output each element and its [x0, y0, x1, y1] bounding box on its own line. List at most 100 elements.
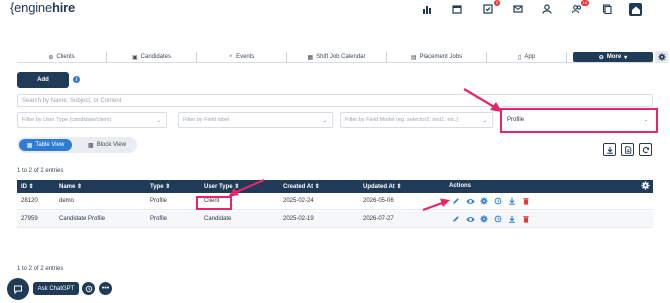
cell-type: Profile	[150, 216, 168, 222]
download-icon	[606, 146, 613, 154]
nav-clients[interactable]: ⊛ Clients	[17, 51, 107, 63]
refresh-button[interactable]	[639, 143, 652, 156]
cell-id: 27959	[21, 216, 38, 222]
history-icon[interactable]	[493, 214, 503, 224]
delete-icon[interactable]	[521, 214, 531, 224]
more-icon: ⊖	[598, 54, 604, 61]
file-icon	[624, 145, 631, 154]
calendar-icon[interactable]	[451, 3, 463, 15]
events-icon: ♆	[228, 54, 234, 60]
info-icon[interactable]: i	[73, 76, 80, 83]
caret-down-icon: ▾	[624, 54, 628, 61]
search-input[interactable]: Search by Name, Subject, or Content	[17, 94, 653, 107]
delete-icon[interactable]	[521, 196, 531, 206]
mobile-icon: ▯	[518, 54, 522, 61]
settings-button[interactable]	[655, 51, 668, 63]
annotation-box-filter	[500, 108, 658, 133]
home-icon[interactable]	[629, 3, 642, 16]
nav-clients-label: Clients	[56, 54, 75, 60]
chevron-down-icon: ⌄	[156, 118, 161, 124]
view-icon[interactable]	[465, 196, 475, 206]
table-row: 27959 Candidate Profile Profile Candidat…	[17, 211, 653, 228]
chat-launcher-button[interactable]	[7, 278, 29, 300]
filter-field-label-placeholder: Filter by Field label	[183, 117, 230, 123]
nav-shift-calendar[interactable]: ▦ Shift Job Calendar	[287, 51, 387, 63]
filter-field-label[interactable]: Filter by Field label ⌄	[178, 112, 333, 128]
filter-user-type[interactable]: Filter by User Type (candidate/client) ⌄	[17, 112, 167, 128]
row-actions	[451, 196, 531, 206]
ellipsis-icon: •••	[101, 285, 110, 292]
cell-updated: 2026-07-27	[363, 216, 394, 222]
col-created-at[interactable]: Created At ⇕	[283, 183, 320, 190]
block-view-label: Block View	[96, 142, 126, 148]
clients-icon: ⊛	[48, 54, 54, 61]
nav-app-label: App	[524, 54, 535, 60]
module-nav: ⊛ Clients ▣ Candidates ♆ Events ▦ Shift …	[17, 51, 668, 63]
entries-count-top: 1 to 2 of 2 entries	[17, 168, 64, 174]
table-view-button[interactable]: ▦ Table View	[19, 139, 72, 151]
col-updated-at[interactable]: Updated At ⇕	[363, 183, 401, 190]
cell-name: demo	[59, 198, 75, 204]
nav-placement-jobs[interactable]: ▤ Placement Jobs	[387, 51, 487, 63]
chevron-down-icon: ⌄	[482, 118, 487, 124]
nav-events-label: Events	[236, 54, 255, 60]
col-id[interactable]: ID ⇕	[21, 183, 34, 190]
tasks-icon[interactable]: 5	[482, 0, 500, 15]
col-type[interactable]: Type ⇕	[150, 183, 170, 190]
settings-icon[interactable]	[479, 196, 489, 206]
edit-icon[interactable]	[451, 214, 461, 224]
history-icon[interactable]	[493, 196, 503, 206]
ask-chatgpt-button[interactable]: Ask ChatGPT	[33, 282, 79, 295]
annotation-arrow-edit	[422, 198, 450, 212]
settings-icon[interactable]	[479, 214, 489, 224]
cell-user-type: Candidate	[204, 216, 232, 222]
col-updated-label: Updated At	[363, 184, 395, 190]
tasks-badge: 5	[493, 0, 500, 6]
annotation-arrow-user-type	[228, 178, 265, 197]
chevron-down-icon: ⌄	[322, 118, 327, 124]
nav-candidates-label: Candidates	[140, 54, 172, 60]
col-created-label: Created At	[283, 184, 314, 190]
more-label: More	[606, 54, 622, 60]
entries-count-bottom: 1 to 2 of 2 entries	[17, 266, 64, 272]
gear-icon	[657, 53, 666, 61]
col-type-label: Type	[150, 184, 164, 190]
top-icon-bar: 5 16	[0, 0, 670, 17]
cell-type: Profile	[150, 198, 168, 204]
block-view-button[interactable]: ▩ Block View	[79, 139, 135, 151]
col-id-label: ID	[21, 184, 27, 190]
row-actions	[451, 214, 531, 224]
add-button[interactable]: Add	[17, 72, 69, 88]
nav-events[interactable]: ♆ Events	[197, 51, 287, 63]
chat-history-button[interactable]	[82, 282, 95, 295]
table-view-label: Table View	[35, 142, 65, 148]
history-icon	[85, 285, 92, 292]
nav-app[interactable]: ▯ App	[487, 51, 567, 63]
cell-id: 28120	[21, 198, 38, 204]
briefcase-icon: ▤	[410, 54, 417, 61]
shift-calendar-icon: ▦	[307, 54, 314, 61]
more-options-button[interactable]: •••	[99, 282, 112, 295]
block-view-icon: ▩	[88, 142, 94, 149]
user-icon[interactable]	[541, 3, 553, 15]
users-icon[interactable]: 16	[571, 0, 589, 15]
download-icon[interactable]	[507, 196, 517, 206]
download-button[interactable]	[603, 143, 616, 156]
table-settings-icon[interactable]	[641, 181, 650, 192]
table-header: ID ⇕ Name ⇕ Type ⇕ User Type ⇕ Created A…	[17, 180, 653, 193]
mail-icon[interactable]	[512, 3, 524, 15]
more-dropdown-button[interactable]: ⊖ More ▾	[573, 52, 653, 62]
reports-icon[interactable]	[421, 3, 433, 15]
col-name[interactable]: Name ⇕	[59, 183, 82, 190]
table-row: 28120 demo Profile Client 2025-02-24 202…	[17, 193, 653, 210]
pages-icon[interactable]	[601, 3, 613, 15]
edit-icon[interactable]	[451, 196, 461, 206]
cell-name: Candidate Profile	[59, 216, 106, 222]
col-actions: Actions	[449, 183, 472, 189]
filter-field-model-placeholder: Filter by Field Model (eg. selector2, te…	[345, 117, 459, 123]
export-button[interactable]	[621, 143, 634, 156]
download-icon[interactable]	[507, 214, 517, 224]
view-toggle: ▦ Table View ▩ Block View	[17, 137, 137, 153]
nav-candidates[interactable]: ▣ Candidates	[107, 51, 197, 63]
view-icon[interactable]	[465, 214, 475, 224]
